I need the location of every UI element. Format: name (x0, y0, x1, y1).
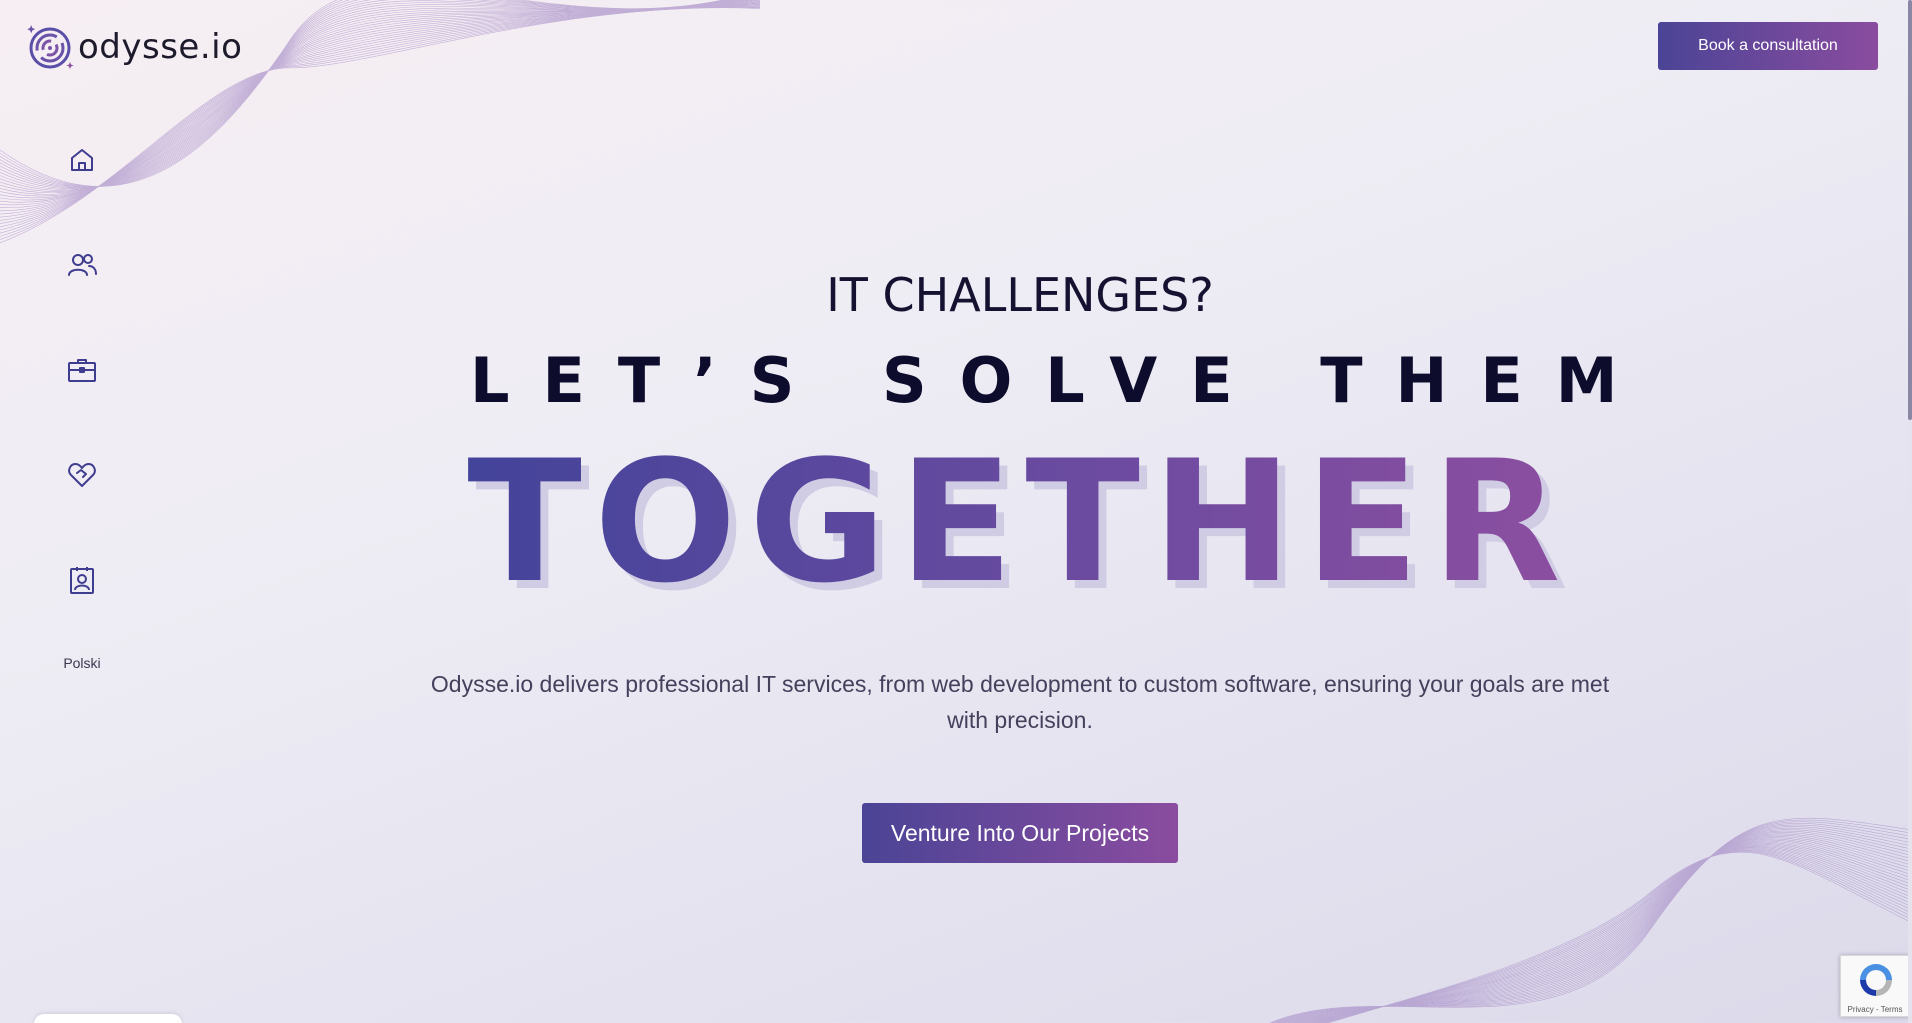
bottom-floating-widget[interactable] (34, 1014, 182, 1023)
hero-eyebrow: IT CHALLENGES? (826, 268, 1214, 322)
venture-projects-button[interactable]: Venture Into Our Projects (862, 803, 1178, 863)
logo-text: odysse.io (78, 27, 243, 67)
heart-handshake-icon (68, 463, 96, 487)
scrollbar[interactable] (1908, 0, 1912, 1023)
logo[interactable]: odysse.io (26, 22, 242, 72)
maze-circle-logo-icon (27, 25, 74, 69)
recaptcha-icon (1860, 964, 1892, 996)
recaptcha-badge[interactable]: Privacy - Terms (1840, 955, 1910, 1017)
language-switch[interactable]: Polski (44, 655, 120, 671)
sidebar-item-home[interactable] (60, 138, 104, 182)
sidebar-item-about[interactable] (60, 453, 104, 497)
hero-title-text: TOGETHER (467, 424, 1573, 620)
sidebar-item-contact[interactable] (60, 558, 104, 602)
briefcase-icon (68, 359, 96, 382)
hero-subheading: LET’S SOLVE THEM (470, 344, 1651, 417)
book-consultation-button[interactable]: Book a consultation (1658, 22, 1878, 70)
hero-description: Odysse.io delivers professional IT servi… (430, 671, 1610, 733)
recaptcha-links[interactable]: Privacy - Terms (1841, 1005, 1909, 1014)
home-icon (71, 149, 93, 171)
scrollbar-thumb[interactable] (1908, 0, 1912, 420)
contact-card-icon (70, 567, 94, 594)
hero-title: TOGETHER TOGETHER (460, 438, 1580, 614)
sidebar-item-services[interactable] (60, 348, 104, 392)
